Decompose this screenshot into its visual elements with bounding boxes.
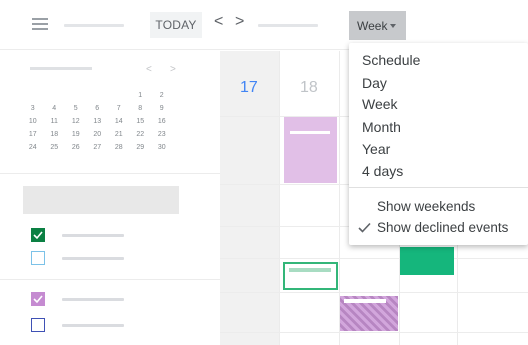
mini-calendar-day: [44, 89, 66, 102]
sidebar-divider: [0, 173, 220, 174]
mini-calendar-day[interactable]: 1: [130, 89, 152, 102]
event-title-placeholder: [290, 131, 330, 134]
mini-calendar-day[interactable]: 4: [44, 102, 66, 115]
menu-item-schedule[interactable]: Schedule: [362, 51, 420, 69]
checkbox-unchecked[interactable]: [31, 251, 45, 265]
mini-calendar-week-row: 3456789: [22, 102, 192, 115]
checkbox-checked[interactable]: [31, 292, 45, 306]
mini-calendar-day[interactable]: 23: [151, 128, 173, 141]
view-menu: Schedule Day Week Month Year 4 days Show…: [349, 43, 528, 245]
checkbox-unchecked[interactable]: [31, 318, 45, 332]
mini-calendar-week-row: 17 18 19 20 21 22 23: [22, 128, 192, 141]
hour-line: [220, 258, 528, 259]
mini-calendar-day[interactable]: 6: [87, 102, 109, 115]
mini-calendar-day[interactable]: 27: [87, 141, 109, 154]
view-selector-button[interactable]: Week: [349, 11, 406, 40]
menu-item-year[interactable]: Year: [362, 140, 390, 158]
mini-calendar-day: [22, 89, 44, 102]
menu-item-4-days[interactable]: 4 days: [362, 162, 403, 180]
menu-separator: [349, 187, 528, 188]
event-block-green-outlined[interactable]: [283, 262, 338, 290]
checkmark-icon: [33, 231, 43, 240]
calendar-list-item[interactable]: [31, 228, 191, 244]
mini-calendar-day[interactable]: 8: [130, 102, 152, 115]
mini-calendar-day[interactable]: 12: [65, 115, 87, 128]
mini-calendar-day[interactable]: 2: [151, 89, 173, 102]
column-divider: [279, 51, 280, 345]
mini-calendar-day[interactable]: 30: [151, 141, 173, 154]
mini-calendar-week-row: 12: [22, 89, 192, 102]
calendar-name-placeholder: [62, 234, 124, 237]
mini-calendar-week-row: 24 25 26 27 28 29 30: [22, 141, 192, 154]
checkmark-icon: [358, 222, 371, 233]
mini-calendar-day: [87, 89, 109, 102]
mini-calendar-day[interactable]: 13: [87, 115, 109, 128]
mini-calendar-day: [65, 89, 87, 102]
checkbox-checked[interactable]: [31, 228, 45, 242]
previous-week-button[interactable]: <: [214, 12, 223, 32]
mini-calendar-day[interactable]: 10: [22, 115, 44, 128]
sidebar: < > 1 2 3 4 5 6 7 8 9 10 11 12 13 14 15 16 17 18 19 20 21 22 2…: [0, 51, 220, 345]
checkmark-icon: [33, 295, 43, 304]
mini-calendar-day[interactable]: 5: [65, 102, 87, 115]
menu-item-day[interactable]: Day: [362, 74, 387, 92]
app-title-placeholder: [64, 24, 124, 27]
event-block-declined-hatched[interactable]: [340, 296, 398, 331]
mini-calendar-day[interactable]: 7: [108, 102, 130, 115]
day-number-today[interactable]: 17: [240, 79, 258, 97]
mini-calendar-day[interactable]: 9: [151, 102, 173, 115]
event-title-placeholder: [344, 299, 386, 303]
mini-calendar-week-row: 10 11 12 13 14 15 16: [22, 115, 192, 128]
search-people-box[interactable]: [23, 186, 179, 214]
mini-calendar-day[interactable]: 18: [44, 128, 66, 141]
mini-calendar-day[interactable]: 20: [87, 128, 109, 141]
mini-calendar-day[interactable]: 25: [44, 141, 66, 154]
mini-calendar-day[interactable]: 24: [22, 141, 44, 154]
date-range-placeholder: [258, 24, 318, 27]
mini-calendar-day[interactable]: 21: [108, 128, 130, 141]
show-declined-events-option[interactable]: Show declined events: [377, 219, 508, 237]
event-block-lilac[interactable]: [284, 117, 337, 183]
hour-line: [220, 332, 528, 333]
mini-calendar-day: [108, 89, 130, 102]
mini-calendar-day[interactable]: 28: [108, 141, 130, 154]
mini-calendar-day[interactable]: 11: [44, 115, 66, 128]
menu-item-month[interactable]: Month: [362, 118, 401, 136]
calendar-list-item[interactable]: [31, 292, 191, 308]
mini-calendar-grid: 1 2 3 4 5 6 7 8 9 10 11 12 13 14 15 16 17 18 19 20 21 22 23 24 2…: [22, 89, 192, 154]
menu-item-week[interactable]: Week: [362, 95, 398, 113]
mini-calendar-day[interactable]: 17: [22, 128, 44, 141]
hour-line: [220, 292, 528, 293]
mini-calendar-day[interactable]: 19: [65, 128, 87, 141]
mini-calendar-day[interactable]: 29: [130, 141, 152, 154]
mini-calendar-day[interactable]: 15: [130, 115, 152, 128]
next-week-button[interactable]: >: [235, 12, 244, 32]
caret-down-icon: [390, 24, 397, 29]
mini-calendar-day[interactable]: 3: [22, 102, 44, 115]
calendar-name-placeholder: [62, 257, 124, 260]
mini-calendar-next-button[interactable]: >: [170, 64, 176, 75]
view-selector-label: Week: [357, 18, 388, 33]
mini-calendar-day[interactable]: 26: [65, 141, 87, 154]
mini-calendar-month-placeholder: [30, 67, 92, 70]
hamburger-menu-icon[interactable]: [32, 18, 48, 30]
mini-calendar-prev-button[interactable]: <: [146, 64, 152, 75]
calendar-list-item[interactable]: [31, 318, 191, 334]
calendar-list-item[interactable]: [31, 251, 191, 267]
show-weekends-option[interactable]: Show weekends: [377, 198, 475, 216]
event-title-placeholder: [289, 268, 331, 272]
mini-calendar-day[interactable]: 14: [108, 115, 130, 128]
day-number[interactable]: 18: [300, 79, 318, 97]
event-block-green[interactable]: [400, 247, 454, 275]
mini-calendar-day[interactable]: 16: [151, 115, 173, 128]
calendar-name-placeholder: [62, 298, 124, 301]
mini-calendar-day[interactable]: 22: [130, 128, 152, 141]
calendar-name-placeholder: [62, 324, 124, 327]
sidebar-divider: [0, 279, 220, 280]
today-button[interactable]: TODAY: [150, 12, 202, 38]
